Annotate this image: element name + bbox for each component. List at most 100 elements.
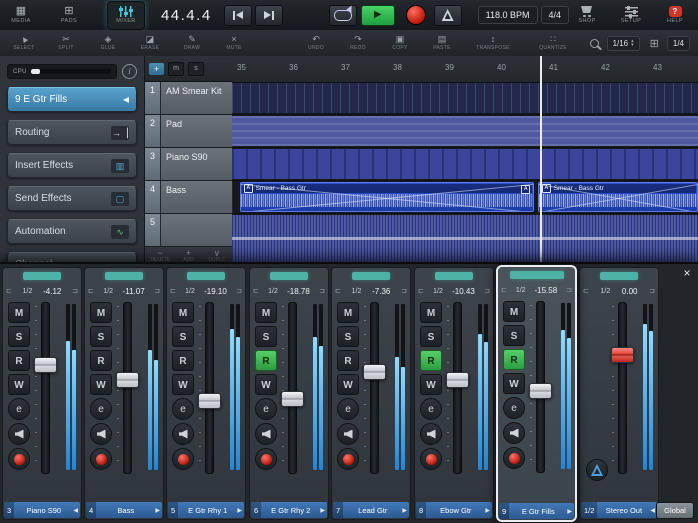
track-row[interactable]: 2 Pad <box>145 115 232 148</box>
channel-edit-button[interactable]: e <box>255 398 277 420</box>
track-row[interactable]: 5 <box>145 214 232 247</box>
fader-track[interactable] <box>618 302 627 474</box>
channel-name[interactable]: 4 Bass ▶ <box>86 502 162 518</box>
fader-track[interactable] <box>370 302 379 474</box>
mute-button[interactable]: M <box>8 302 30 323</box>
redo-button[interactable]: ↷ REDO <box>340 35 376 51</box>
mute-column-header[interactable]: m <box>168 62 184 76</box>
insert-effects-button[interactable]: Insert Effects ▥ <box>7 153 137 178</box>
track-row[interactable]: 4 Bass <box>145 181 232 214</box>
midi-region[interactable] <box>232 149 698 179</box>
snap-value-selector[interactable]: 1/4 <box>667 36 690 51</box>
fader-handle[interactable] <box>611 347 634 363</box>
midi-region[interactable] <box>232 116 698 146</box>
solo-button[interactable]: S <box>255 326 277 347</box>
pan-control[interactable]: ⊏ 1/2 -18.78 ⊐ <box>253 284 325 298</box>
read-automation-button[interactable]: R <box>255 350 277 371</box>
solo-button[interactable]: S <box>503 325 525 346</box>
record-button[interactable] <box>406 5 426 25</box>
record-arm-button[interactable] <box>420 448 442 470</box>
zoom-icon[interactable] <box>590 39 599 48</box>
monitor-button[interactable] <box>90 423 112 445</box>
play-button[interactable]: ▶ <box>361 5 395 26</box>
step-down-icon[interactable]: ▾ <box>631 43 634 47</box>
transpose-button[interactable]: ↕ TRANSPOSE <box>466 35 520 51</box>
mute-button[interactable]: M <box>90 302 112 323</box>
write-automation-button[interactable]: W <box>90 374 112 395</box>
fader-track[interactable] <box>41 302 50 474</box>
routing-button[interactable]: Routing →▕ <box>7 120 137 145</box>
tool-draw[interactable]: ✎ DRAW <box>174 35 210 51</box>
tool-glue[interactable]: ◈ GLUE <box>90 35 126 51</box>
pan-control[interactable]: ⊏ 1/2 -15.58 ⊐ <box>501 283 572 297</box>
fader-handle[interactable] <box>34 357 57 373</box>
read-automation-button[interactable]: R <box>172 350 194 371</box>
pan-control[interactable]: ⊏ 1/2 -7.36 ⊐ <box>335 284 407 298</box>
automation-button[interactable]: Automation ∿ <box>7 219 137 244</box>
channel-edit-button[interactable]: e <box>420 398 442 420</box>
channel-edit-button[interactable]: e <box>503 397 525 419</box>
pads-button[interactable]: ⊞ PADS <box>51 2 87 29</box>
skip-forward-button[interactable] <box>255 5 283 26</box>
mute-button[interactable]: M <box>503 301 525 322</box>
metronome-mix-button[interactable] <box>586 459 608 481</box>
record-arm-button[interactable] <box>503 447 525 469</box>
midi-region[interactable] <box>232 83 698 113</box>
pan-control[interactable]: ⊏ 1/2 -11.07 ⊐ <box>88 284 160 298</box>
audio-region[interactable]: A Smear - Bass Gtr <box>538 182 698 212</box>
fader-handle[interactable] <box>198 393 221 409</box>
channel-name[interactable]: 3 Piano S90 ◀ <box>4 502 80 518</box>
track-tool-icon[interactable]: + <box>149 63 164 75</box>
channel-name[interactable]: 5 E Gtr Rhy 1 ▶ <box>168 502 244 518</box>
copy-button[interactable]: ▣ COPY <box>382 35 418 51</box>
undo-button[interactable]: ↶ UNDO <box>298 35 334 51</box>
channel-name[interactable]: 8 Ebow Gtr ▶ <box>416 502 492 518</box>
send-effects-button[interactable]: Send Effects ▢ <box>7 186 137 211</box>
bpm-display[interactable]: 118.0 BPM <box>478 6 538 24</box>
record-arm-button[interactable] <box>8 448 30 470</box>
media-button[interactable]: ▦ MEDIA <box>3 2 39 29</box>
pan-control[interactable]: ⊏ 1/2 -10.43 ⊐ <box>418 284 490 298</box>
fader-handle[interactable] <box>446 372 469 388</box>
read-automation-button[interactable]: R <box>503 349 525 370</box>
mute-button[interactable]: M <box>255 302 277 323</box>
fader-track[interactable] <box>205 302 214 474</box>
pan-control[interactable]: ⊏ 1/2 -4.12 ⊐ <box>6 284 78 298</box>
mute-button[interactable]: M <box>337 302 359 323</box>
solo-button[interactable]: S <box>8 326 30 347</box>
record-arm-button[interactable] <box>255 448 277 470</box>
selected-track-button[interactable]: 9 E Gtr Fills ◀ <box>7 87 137 112</box>
read-automation-button[interactable]: R <box>420 350 442 371</box>
monitor-button[interactable] <box>255 423 277 445</box>
pan-control[interactable]: ⊏ 1/2 0.00 ⊐ <box>583 284 655 298</box>
grid-resolution-selector[interactable]: 1/16 ▴ ▾ <box>607 36 640 51</box>
channel-edit-button[interactable]: e <box>172 398 194 420</box>
write-automation-button[interactable]: W <box>255 374 277 395</box>
playhead[interactable] <box>540 56 542 264</box>
monitor-button[interactable] <box>172 423 194 445</box>
tool-erase[interactable]: ◪ ERASE <box>132 35 168 51</box>
monitor-button[interactable] <box>8 423 30 445</box>
write-automation-button[interactable]: W <box>172 374 194 395</box>
track-row[interactable]: 3 Piano S90 <box>145 148 232 181</box>
channel-name[interactable]: 9 E Gtr Fills ▶ <box>499 503 574 519</box>
channel-name[interactable]: 1/2 Stereo Out ◀ <box>581 502 657 518</box>
tool-select[interactable]: ▲ SELECT <box>6 35 42 51</box>
record-arm-button[interactable] <box>90 448 112 470</box>
mixer-button[interactable]: MIXER <box>107 1 145 30</box>
read-automation-button[interactable]: R <box>90 350 112 371</box>
write-automation-button[interactable]: W <box>8 374 30 395</box>
time-signature-display[interactable]: 4/4 <box>541 6 570 24</box>
pan-control[interactable]: ⊏ 1/2 -19.10 ⊐ <box>170 284 242 298</box>
skip-back-button[interactable] <box>224 5 252 26</box>
setup-button[interactable]: SETUP <box>613 2 649 29</box>
paste-button[interactable]: ▤ PASTE <box>424 35 460 51</box>
help-button[interactable]: ? HELP <box>657 2 693 29</box>
quantize-button[interactable]: ∷ QUANTIZE <box>526 35 580 51</box>
solo-column-header[interactable]: s <box>188 62 204 76</box>
channel-name[interactable]: 7 Lead Gtr ▶ <box>333 502 409 518</box>
channel-edit-button[interactable]: e <box>90 398 112 420</box>
write-automation-button[interactable]: W <box>337 374 359 395</box>
close-mixer-button[interactable]: × <box>679 265 695 281</box>
solo-button[interactable]: S <box>90 326 112 347</box>
